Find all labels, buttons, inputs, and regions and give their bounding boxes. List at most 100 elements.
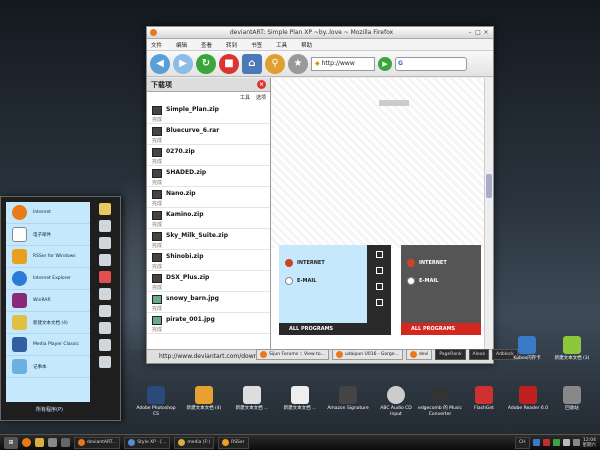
pagerank-button[interactable]: PageRank bbox=[435, 349, 466, 360]
music-icon[interactable] bbox=[99, 237, 111, 249]
desktop-icon-recycle-bin[interactable]: 回收站 bbox=[550, 386, 594, 412]
show-desktop-icon[interactable] bbox=[61, 438, 70, 447]
download-item[interactable]: Simple_Plan.zip 完成 bbox=[147, 103, 270, 124]
menu-edit[interactable]: 编辑 bbox=[176, 41, 187, 49]
start-item-mpc[interactable]: Media Player Classic bbox=[6, 334, 90, 356]
menu-bookmarks[interactable]: 书签 bbox=[251, 41, 262, 49]
download-item[interactable]: pirate_001.jpg 完成 bbox=[147, 313, 270, 334]
start-item-ie[interactable]: Internet Explorer bbox=[6, 268, 90, 290]
tray-icon[interactable] bbox=[552, 439, 560, 446]
url-bar[interactable]: ◆ http://www bbox=[311, 56, 375, 71]
archive-icon bbox=[152, 190, 162, 199]
start-item-textdoc[interactable]: 新建文本文档 (4) bbox=[6, 312, 90, 334]
download-item[interactable]: DSX_Plus.zip 完成 bbox=[147, 271, 270, 292]
download-item[interactable]: Nano.zip 完成 bbox=[147, 187, 270, 208]
internet-explorer-icon bbox=[12, 271, 27, 286]
desktop-icon-adobe-reader[interactable]: Adobe Reader 6.0 bbox=[506, 386, 550, 412]
alexa-button[interactable]: Alexa bbox=[468, 349, 489, 360]
bookmark-icon[interactable]: ★ bbox=[288, 53, 308, 74]
menu-help[interactable]: 帮助 bbox=[301, 41, 312, 49]
logoff-icon[interactable] bbox=[99, 356, 111, 368]
firefox-icon bbox=[150, 29, 157, 36]
task-devi[interactable]: devi bbox=[405, 349, 433, 360]
start-menu: Internet 电子邮件 RSSer for Windows Internet… bbox=[0, 196, 121, 421]
desktop-icon-textdoc3[interactable]: 新建文本文档 (3) bbox=[550, 336, 594, 362]
all-programs-button[interactable]: 所有程序(P) bbox=[6, 404, 90, 416]
maximize-button[interactable]: □ bbox=[474, 29, 482, 37]
tools-link[interactable]: 工具 bbox=[240, 94, 250, 101]
control-panel-icon[interactable] bbox=[99, 271, 111, 283]
desktop-icon-amazon[interactable]: Amazon Signature bbox=[326, 386, 370, 412]
tray-icon[interactable] bbox=[532, 439, 540, 446]
language-indicator[interactable]: CH bbox=[514, 436, 530, 449]
firefox-window: deviantART: Simple Plan XP ~by..love ~ M… bbox=[146, 26, 494, 364]
desktop-icon-photoshop[interactable]: Adobe Photoshop CS bbox=[134, 386, 178, 418]
stop-button[interactable]: ■ bbox=[219, 53, 239, 74]
download-item[interactable]: Shinobi.zip 完成 bbox=[147, 250, 270, 271]
menu-file[interactable]: 文件 bbox=[151, 41, 162, 49]
shutdown-icon[interactable] bbox=[99, 339, 111, 351]
desktop-icon-music-converter[interactable]: edgecomb 的 Music Converter bbox=[418, 386, 462, 418]
back-button[interactable]: ◀ bbox=[150, 53, 170, 74]
download-item[interactable]: Kamino.zip 完成 bbox=[147, 208, 270, 229]
home-button[interactable]: ⌂ bbox=[242, 53, 262, 74]
desktop-icon-kubox[interactable]: Kubox闪存卡 bbox=[505, 336, 549, 362]
task-stylexp[interactable]: Style XP - [... bbox=[124, 436, 171, 449]
close-sidebar-button[interactable]: × bbox=[257, 80, 266, 89]
task-sijun[interactable]: Sijun Forums :: View to... bbox=[256, 349, 329, 360]
music-icon[interactable] bbox=[48, 438, 57, 447]
options-link[interactable]: 选项 bbox=[256, 94, 266, 101]
start-item-rsser[interactable]: RSSer for Windows bbox=[6, 246, 90, 268]
download-item[interactable]: 0270.zip 完成 bbox=[147, 145, 270, 166]
task-udaipun[interactable]: udaipun U016 - Gorge... bbox=[331, 349, 403, 360]
style-preview-dark[interactable]: INTERNET E-MAIL ALL PROGRAMS bbox=[401, 245, 481, 335]
menu-view[interactable]: 查看 bbox=[201, 41, 212, 49]
desktop-icon-flashget[interactable]: FlashGet bbox=[462, 386, 506, 412]
desktop-icon-textdoc-a[interactable]: 新建文本文档 ... bbox=[230, 386, 274, 412]
desktop-icon-abc-audio[interactable]: ABC Audio CD Input bbox=[374, 386, 418, 418]
start-item-winrar[interactable]: WinRAR bbox=[6, 290, 90, 312]
clock[interactable]: 12:04 星期六 bbox=[583, 438, 597, 448]
network-icon[interactable] bbox=[572, 439, 580, 446]
run-icon[interactable] bbox=[99, 322, 111, 334]
start-button[interactable]: ⊞ bbox=[4, 436, 18, 449]
search-input[interactable]: G bbox=[395, 56, 467, 71]
firefox-icon bbox=[407, 259, 415, 267]
start-item-email[interactable]: 电子邮件 bbox=[6, 224, 90, 246]
download-item[interactable]: Bluecurve_6.rar 完成 bbox=[147, 124, 270, 145]
close-button[interactable]: × bbox=[482, 29, 490, 37]
pictures-icon[interactable] bbox=[99, 220, 111, 232]
menu-tools[interactable]: 工具 bbox=[276, 41, 287, 49]
computer-icon[interactable] bbox=[99, 254, 111, 266]
scrollbar[interactable] bbox=[484, 78, 493, 349]
mail-icon bbox=[407, 277, 415, 285]
help-icon[interactable] bbox=[99, 305, 111, 317]
scrollbar-thumb[interactable] bbox=[486, 174, 492, 198]
explorer-icon[interactable] bbox=[35, 438, 44, 447]
desktop-icon-textdoc4[interactable]: 新建文本文档 (4) bbox=[182, 386, 226, 412]
reload-button[interactable]: ↻ bbox=[196, 53, 216, 74]
download-item[interactable]: snowy_barn.jpg 完成 bbox=[147, 292, 270, 313]
task-media[interactable]: media (F:) bbox=[174, 436, 215, 449]
download-item[interactable]: Sky_Milk_Suite.zip 完成 bbox=[147, 229, 270, 250]
start-item-internet[interactable]: Internet bbox=[6, 202, 90, 224]
start-item-notepad[interactable]: 记事本 bbox=[6, 356, 90, 378]
volume-icon[interactable] bbox=[562, 439, 570, 446]
style-preview-light[interactable]: INTERNET E-MAIL ALL PROGRAMS bbox=[279, 245, 391, 335]
forward-button[interactable]: ▶ bbox=[173, 53, 193, 74]
firefox-icon[interactable] bbox=[22, 438, 31, 447]
printers-icon[interactable] bbox=[99, 288, 111, 300]
amazon-icon bbox=[339, 386, 357, 404]
go-button[interactable]: ▶ bbox=[378, 56, 392, 71]
task-rsser[interactable]: RSSer bbox=[218, 436, 249, 449]
minimize-button[interactable]: – bbox=[466, 29, 474, 37]
documents-icon[interactable] bbox=[99, 203, 111, 215]
menu-go[interactable]: 转到 bbox=[226, 41, 237, 49]
media-player-icon bbox=[12, 337, 27, 352]
tray-icon[interactable] bbox=[542, 439, 550, 446]
download-item[interactable]: SHADED.zip 完成 bbox=[147, 166, 270, 187]
search-icon[interactable]: ⚲ bbox=[265, 53, 285, 74]
task-deviantart[interactable]: deviantART... bbox=[74, 436, 121, 449]
firefox-icon bbox=[335, 351, 343, 358]
desktop-icon-textdoc-b[interactable]: 新建文本文档 ... bbox=[278, 386, 322, 412]
